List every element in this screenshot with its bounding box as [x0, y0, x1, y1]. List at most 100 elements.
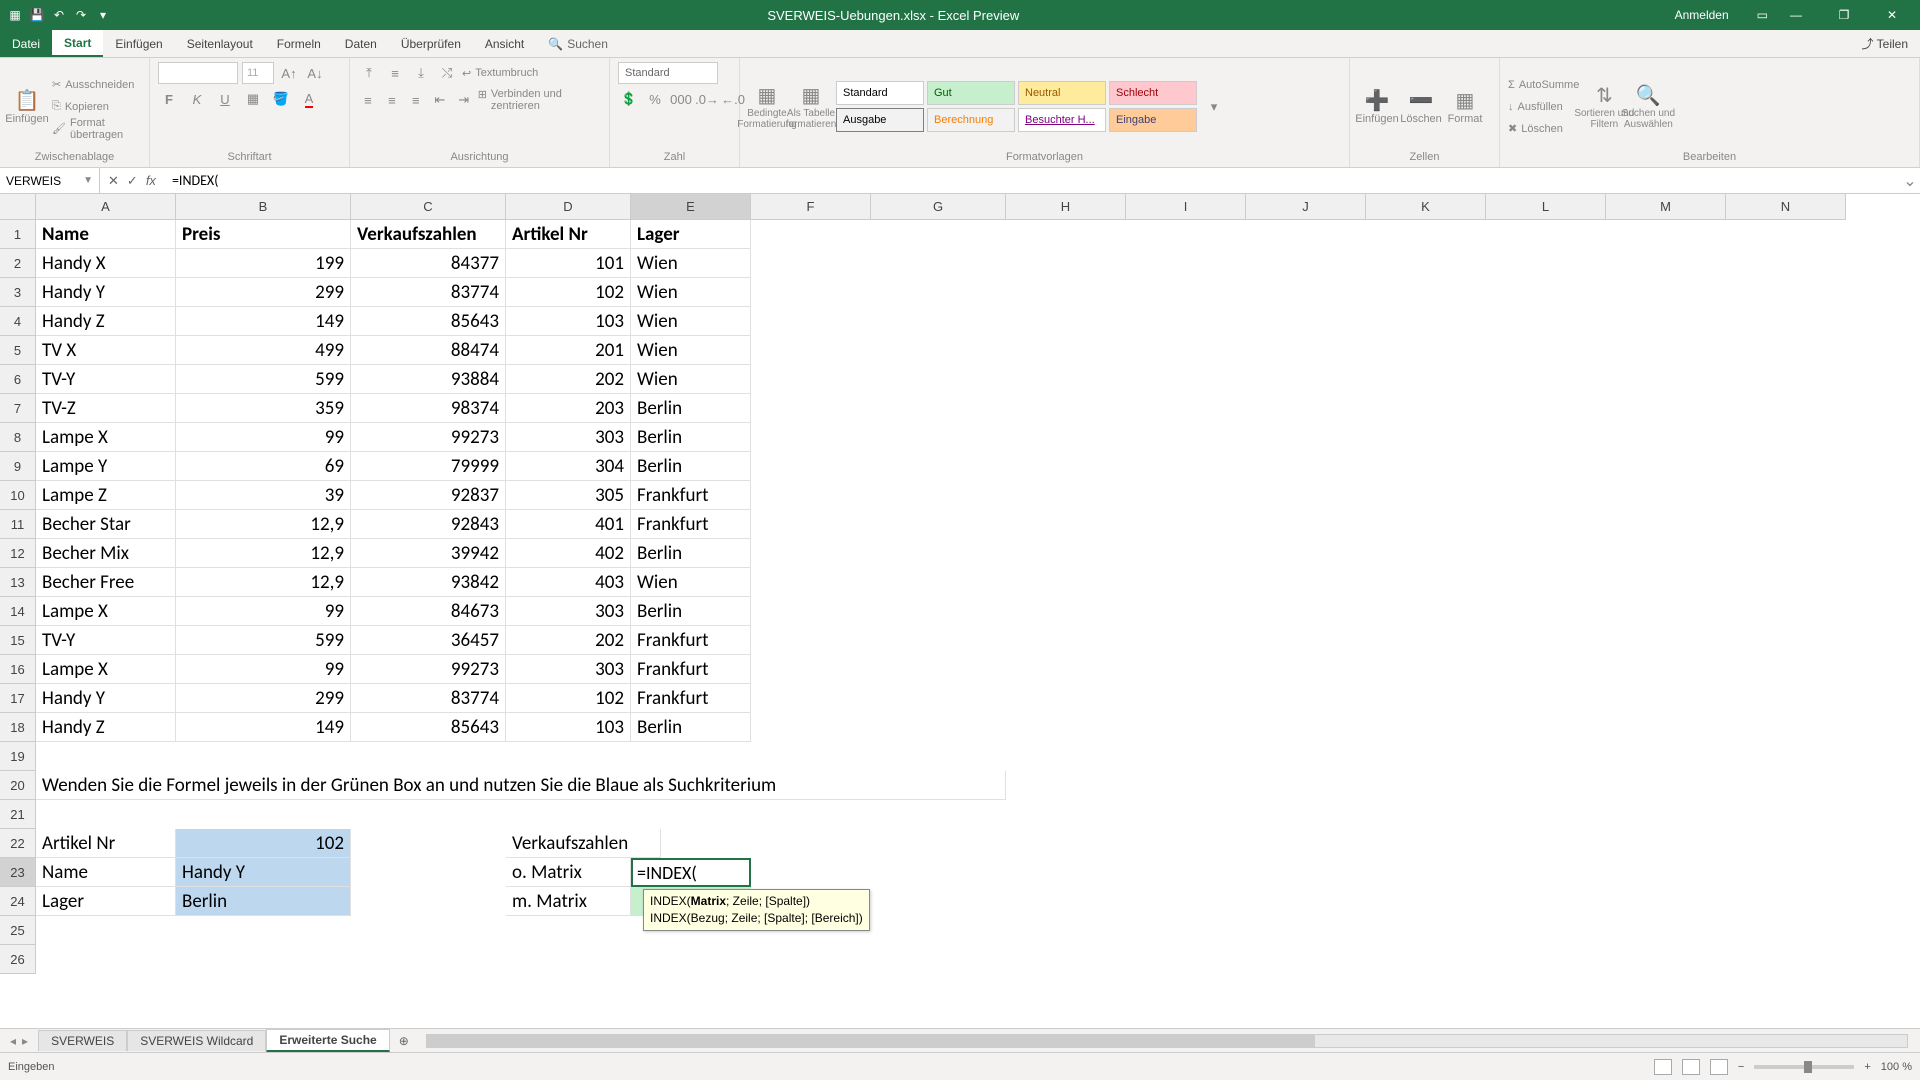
function-tooltip[interactable]: INDEX(Matrix; Zeile; [Spalte]) INDEX(Bez…: [643, 889, 870, 931]
cell-B17[interactable]: 299: [176, 684, 351, 713]
page-break-view-button[interactable]: [1710, 1059, 1728, 1075]
cell-A14[interactable]: Lampe X: [36, 597, 176, 626]
currency-icon[interactable]: 💲: [618, 88, 640, 110]
align-top-icon[interactable]: ⤒: [358, 62, 380, 84]
cell-B10[interactable]: 39: [176, 481, 351, 510]
bold-button[interactable]: F: [158, 88, 180, 110]
minimize-button[interactable]: —: [1776, 0, 1816, 30]
cell-A24[interactable]: Lager: [36, 887, 176, 916]
tab-pagelayout[interactable]: Seitenlayout: [175, 30, 265, 57]
row-header-4[interactable]: 4: [0, 307, 36, 336]
row-header-12[interactable]: 12: [0, 539, 36, 568]
cell-B23[interactable]: Handy Y: [176, 858, 351, 887]
cell-D17[interactable]: 102: [506, 684, 631, 713]
cancel-formula-button[interactable]: ✕: [108, 173, 119, 189]
cell-A11[interactable]: Becher Star: [36, 510, 176, 539]
cell-B22[interactable]: 102: [176, 829, 351, 858]
tab-view[interactable]: Ansicht: [473, 30, 536, 57]
row-header-21[interactable]: 21: [0, 800, 36, 829]
cell-B6[interactable]: 599: [176, 365, 351, 394]
zoom-thumb[interactable]: [1804, 1061, 1812, 1073]
row-header-26[interactable]: 26: [0, 945, 36, 974]
cell-D8[interactable]: 303: [506, 423, 631, 452]
cell-B18[interactable]: 149: [176, 713, 351, 742]
cell-C3[interactable]: 83774: [351, 278, 506, 307]
expand-formula-bar-icon[interactable]: ⌄: [1900, 171, 1920, 191]
cell-A12[interactable]: Becher Mix: [36, 539, 176, 568]
col-header-E[interactable]: E: [631, 194, 751, 220]
cell-A1[interactable]: Name: [36, 220, 176, 249]
thousand-icon[interactable]: 000: [670, 88, 692, 110]
cell-E1[interactable]: Lager: [631, 220, 751, 249]
redo-icon[interactable]: ↷: [72, 6, 90, 24]
cell-E15[interactable]: Frankfurt: [631, 626, 751, 655]
cell-C10[interactable]: 92837: [351, 481, 506, 510]
undo-icon[interactable]: ↶: [50, 6, 68, 24]
row-header-9[interactable]: 9: [0, 452, 36, 481]
cell-B13[interactable]: 12,9: [176, 568, 351, 597]
horizontal-scrollbar[interactable]: [426, 1034, 1908, 1048]
cell-B7[interactable]: 359: [176, 394, 351, 423]
row-header-24[interactable]: 24: [0, 887, 36, 916]
format-painter-button[interactable]: 🖌Format übertragen: [52, 119, 141, 139]
spreadsheet-grid[interactable]: ABCDEFGHIJKLMN 1234567891011121314151617…: [0, 194, 1920, 994]
cell-C4[interactable]: 85643: [351, 307, 506, 336]
cell-B1[interactable]: Preis: [176, 220, 351, 249]
cell-A16[interactable]: Lampe X: [36, 655, 176, 684]
share-button[interactable]: ⤴ Teilen: [1862, 35, 1908, 52]
dec-inc-icon[interactable]: .0→: [696, 88, 718, 110]
row-header-6[interactable]: 6: [0, 365, 36, 394]
close-button[interactable]: ✕: [1872, 0, 1912, 30]
col-header-N[interactable]: N: [1726, 194, 1846, 220]
cell-A2[interactable]: Handy X: [36, 249, 176, 278]
row-header-13[interactable]: 13: [0, 568, 36, 597]
cell-A15[interactable]: TV-Y: [36, 626, 176, 655]
cell-C15[interactable]: 36457: [351, 626, 506, 655]
cell-E2[interactable]: Wien: [631, 249, 751, 278]
align-right-icon[interactable]: ≡: [406, 89, 426, 111]
cell-A13[interactable]: Becher Free: [36, 568, 176, 597]
ribbon-options-icon[interactable]: ▭: [1757, 8, 1768, 22]
sheet-nav-last-icon[interactable]: ▸: [22, 1034, 28, 1048]
cell-A20[interactable]: Wenden Sie die Formel jeweils in der Grü…: [36, 771, 1006, 800]
cell-A17[interactable]: Handy Y: [36, 684, 176, 713]
col-header-B[interactable]: B: [176, 194, 351, 220]
cell-A18[interactable]: Handy Z: [36, 713, 176, 742]
cell-D18[interactable]: 103: [506, 713, 631, 742]
cell-D9[interactable]: 304: [506, 452, 631, 481]
cell-C5[interactable]: 88474: [351, 336, 506, 365]
styles-more-icon[interactable]: ▾: [1203, 96, 1225, 118]
cell-E18[interactable]: Berlin: [631, 713, 751, 742]
cell-D11[interactable]: 401: [506, 510, 631, 539]
tab-insert[interactable]: Einfügen: [103, 30, 174, 57]
tab-file[interactable]: Datei: [0, 30, 52, 57]
zoom-level[interactable]: 100 %: [1881, 1061, 1912, 1073]
enter-formula-button[interactable]: ✓: [127, 173, 138, 189]
cell-D12[interactable]: 402: [506, 539, 631, 568]
align-left-icon[interactable]: ≡: [358, 89, 378, 111]
paste-button[interactable]: 📋Einfügen: [8, 83, 46, 131]
cell-D13[interactable]: 403: [506, 568, 631, 597]
tell-me-search[interactable]: 🔍 Suchen: [548, 30, 608, 57]
zoom-out-button[interactable]: −: [1738, 1061, 1744, 1073]
cell-A8[interactable]: Lampe X: [36, 423, 176, 452]
col-header-C[interactable]: C: [351, 194, 506, 220]
cell-C14[interactable]: 84673: [351, 597, 506, 626]
cell-E12[interactable]: Berlin: [631, 539, 751, 568]
cell-D22[interactable]: Verkaufszahlen: [506, 829, 661, 858]
normal-view-button[interactable]: [1654, 1059, 1672, 1075]
wrap-text-button[interactable]: ↩Textumbruch: [462, 67, 538, 80]
col-header-J[interactable]: J: [1246, 194, 1366, 220]
add-sheet-button[interactable]: ⊕: [394, 1034, 414, 1048]
cell-D4[interactable]: 103: [506, 307, 631, 336]
cell-C9[interactable]: 79999: [351, 452, 506, 481]
cell-E5[interactable]: Wien: [631, 336, 751, 365]
col-header-M[interactable]: M: [1606, 194, 1726, 220]
cell-E16[interactable]: Frankfurt: [631, 655, 751, 684]
cell-style-ausgabe[interactable]: Ausgabe: [836, 108, 924, 132]
row-header-11[interactable]: 11: [0, 510, 36, 539]
cell-C8[interactable]: 99273: [351, 423, 506, 452]
align-middle-icon[interactable]: ≡: [384, 62, 406, 84]
zoom-slider[interactable]: [1754, 1065, 1854, 1069]
page-layout-view-button[interactable]: [1682, 1059, 1700, 1075]
